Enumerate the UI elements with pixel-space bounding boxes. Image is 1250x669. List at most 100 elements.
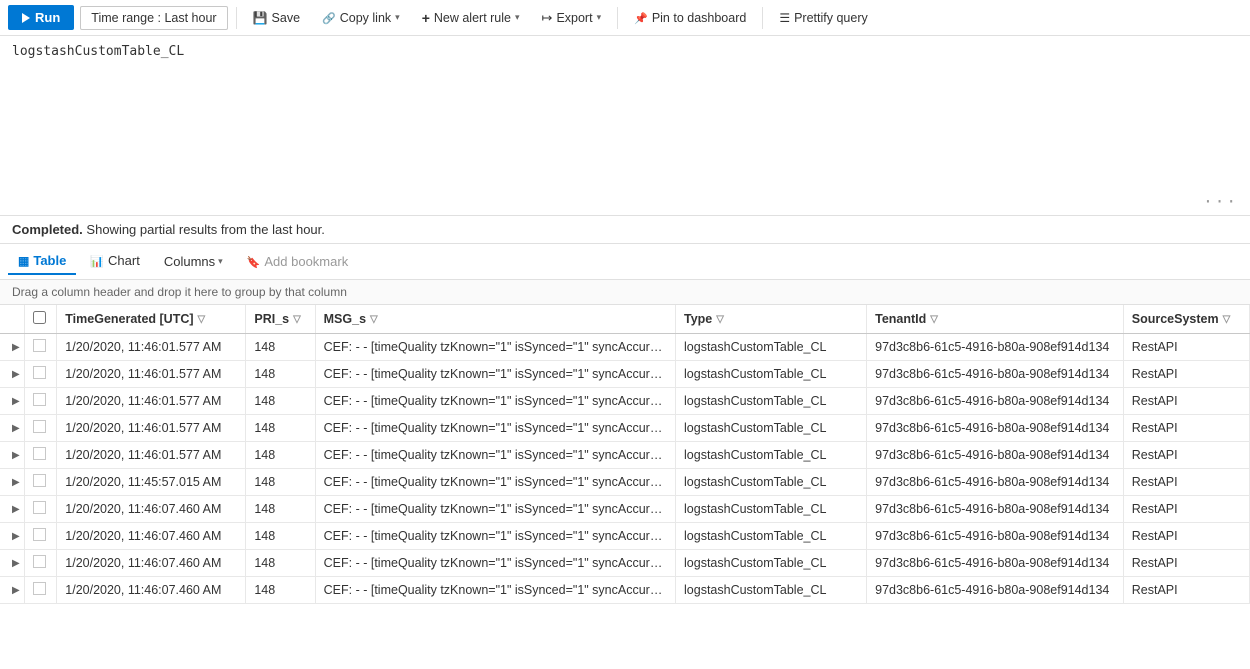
view-tabs: Table Chart Columns Add bookmark — [0, 244, 1250, 280]
row-type-cell: logstashCustomTable_CL — [676, 523, 867, 550]
tenant-filter-icon[interactable]: ▽ — [930, 314, 938, 325]
row-expand-cell: ▶ — [0, 361, 24, 388]
col-header-source[interactable]: SourceSystem ▽ — [1123, 305, 1249, 334]
row-checkbox[interactable] — [33, 528, 46, 541]
source-filter-icon[interactable]: ▽ — [1223, 314, 1231, 325]
row-type-cell: logstashCustomTable_CL — [676, 388, 867, 415]
table-row[interactable]: ▶ 1/20/2020, 11:46:07.460 AM 148 CEF: - … — [0, 550, 1250, 577]
col-time-label: TimeGenerated [UTC] — [65, 312, 193, 326]
resize-handle[interactable]: ··· — [1203, 192, 1238, 211]
msg-filter-icon[interactable]: ▽ — [370, 314, 378, 325]
table-row[interactable]: ▶ 1/20/2020, 11:46:01.577 AM 148 CEF: - … — [0, 415, 1250, 442]
row-time-cell: 1/20/2020, 11:46:07.460 AM — [57, 550, 246, 577]
row-type-cell: logstashCustomTable_CL — [676, 550, 867, 577]
row-checkbox[interactable] — [33, 393, 46, 406]
row-msg-cell: CEF: - - [timeQuality tzKnown="1" isSync… — [315, 334, 675, 361]
type-filter-icon[interactable]: ▽ — [716, 314, 724, 325]
table-body: ▶ 1/20/2020, 11:46:01.577 AM 148 CEF: - … — [0, 334, 1250, 604]
table-row[interactable]: ▶ 1/20/2020, 11:46:07.460 AM 148 CEF: - … — [0, 577, 1250, 604]
expand-button[interactable]: ▶ — [8, 556, 24, 571]
row-type-cell: logstashCustomTable_CL — [676, 415, 867, 442]
chart-tab[interactable]: Chart — [80, 248, 150, 275]
row-type-cell: logstashCustomTable_CL — [676, 496, 867, 523]
pri-filter-icon[interactable]: ▽ — [293, 314, 301, 325]
expand-button[interactable]: ▶ — [8, 475, 24, 490]
separator-2 — [617, 7, 618, 29]
col-header-time[interactable]: TimeGenerated [UTC] ▽ — [57, 305, 246, 334]
col-header-pri[interactable]: PRI_s ▽ — [246, 305, 315, 334]
row-check-cell — [24, 550, 57, 577]
row-time-cell: 1/20/2020, 11:46:01.577 AM — [57, 415, 246, 442]
table-row[interactable]: ▶ 1/20/2020, 11:46:01.577 AM 148 CEF: - … — [0, 334, 1250, 361]
row-type-cell: logstashCustomTable_CL — [676, 334, 867, 361]
table-row[interactable]: ▶ 1/20/2020, 11:46:01.577 AM 148 CEF: - … — [0, 388, 1250, 415]
results-table: TimeGenerated [UTC] ▽ PRI_s ▽ MSG_s ▽ — [0, 305, 1250, 604]
row-checkbox[interactable] — [33, 339, 46, 352]
row-checkbox[interactable] — [33, 447, 46, 460]
export-icon — [542, 10, 553, 26]
expand-button[interactable]: ▶ — [8, 421, 24, 436]
table-row[interactable]: ▶ 1/20/2020, 11:46:01.577 AM 148 CEF: - … — [0, 361, 1250, 388]
table-row[interactable]: ▶ 1/20/2020, 11:46:07.460 AM 148 CEF: - … — [0, 496, 1250, 523]
status-bar: Completed. Showing partial results from … — [0, 216, 1250, 244]
row-check-cell — [24, 577, 57, 604]
row-pri-cell: 148 — [246, 577, 315, 604]
row-checkbox[interactable] — [33, 474, 46, 487]
row-checkbox[interactable] — [33, 582, 46, 595]
row-checkbox[interactable] — [33, 420, 46, 433]
table-row[interactable]: ▶ 1/20/2020, 11:45:57.015 AM 148 CEF: - … — [0, 469, 1250, 496]
row-msg-cell: CEF: - - [timeQuality tzKnown="1" isSync… — [315, 550, 675, 577]
row-time-cell: 1/20/2020, 11:46:07.460 AM — [57, 523, 246, 550]
time-filter-icon[interactable]: ▽ — [198, 314, 206, 325]
query-editor[interactable]: logstashCustomTable_CL ··· — [0, 36, 1250, 216]
expand-button[interactable]: ▶ — [8, 367, 24, 382]
row-checkbox[interactable] — [33, 555, 46, 568]
row-pri-cell: 148 — [246, 442, 315, 469]
table-tab[interactable]: Table — [8, 248, 76, 275]
col-header-tenant[interactable]: TenantId ▽ — [867, 305, 1124, 334]
pin-dashboard-button[interactable]: Pin to dashboard — [626, 7, 754, 29]
export-button[interactable]: Export — [534, 6, 610, 30]
expand-button[interactable]: ▶ — [8, 529, 24, 544]
row-checkbox[interactable] — [33, 366, 46, 379]
row-pri-cell: 148 — [246, 469, 315, 496]
row-msg-cell: CEF: - - [timeQuality tzKnown="1" isSync… — [315, 415, 675, 442]
save-label: Save — [272, 11, 301, 25]
row-expand-cell: ▶ — [0, 442, 24, 469]
row-checkbox[interactable] — [33, 501, 46, 514]
expand-button[interactable]: ▶ — [8, 583, 24, 598]
bookmark-icon — [247, 254, 261, 269]
table-row[interactable]: ▶ 1/20/2020, 11:46:01.577 AM 148 CEF: - … — [0, 442, 1250, 469]
play-icon — [22, 13, 30, 23]
row-msg-cell: CEF: - - [timeQuality tzKnown="1" isSync… — [315, 496, 675, 523]
col-header-type[interactable]: Type ▽ — [676, 305, 867, 334]
row-expand-cell: ▶ — [0, 496, 24, 523]
new-alert-rule-label: New alert rule — [434, 11, 511, 25]
new-alert-rule-button[interactable]: New alert rule — [414, 6, 528, 30]
separator-1 — [236, 7, 237, 29]
expand-button[interactable]: ▶ — [8, 340, 24, 355]
expand-button[interactable]: ▶ — [8, 448, 24, 463]
copy-link-button[interactable]: Copy link — [314, 7, 408, 29]
time-range-button[interactable]: Time range : Last hour — [80, 6, 227, 30]
row-type-cell: logstashCustomTable_CL — [676, 442, 867, 469]
add-bookmark-button[interactable]: Add bookmark — [237, 249, 359, 274]
prettify-query-button[interactable]: Prettify query — [771, 7, 875, 29]
save-button[interactable]: Save — [245, 7, 308, 29]
results-table-wrapper[interactable]: TimeGenerated [UTC] ▽ PRI_s ▽ MSG_s ▽ — [0, 305, 1250, 604]
run-button[interactable]: Run — [8, 5, 74, 30]
row-tenant-cell: 97d3c8b6-61c5-4916-b80a-908ef914d134 — [867, 469, 1124, 496]
table-row[interactable]: ▶ 1/20/2020, 11:46:07.460 AM 148 CEF: - … — [0, 523, 1250, 550]
col-header-msg[interactable]: MSG_s ▽ — [315, 305, 675, 334]
columns-chevron — [218, 256, 223, 267]
row-check-cell — [24, 523, 57, 550]
expand-button[interactable]: ▶ — [8, 394, 24, 409]
expand-button[interactable]: ▶ — [8, 502, 24, 517]
row-tenant-cell: 97d3c8b6-61c5-4916-b80a-908ef914d134 — [867, 523, 1124, 550]
select-all-checkbox[interactable] — [33, 311, 46, 324]
col-header-check — [24, 305, 57, 334]
columns-label: Columns — [164, 254, 215, 269]
columns-button[interactable]: Columns — [154, 249, 233, 274]
copy-link-label: Copy link — [340, 11, 391, 25]
export-label: Export — [556, 11, 592, 25]
